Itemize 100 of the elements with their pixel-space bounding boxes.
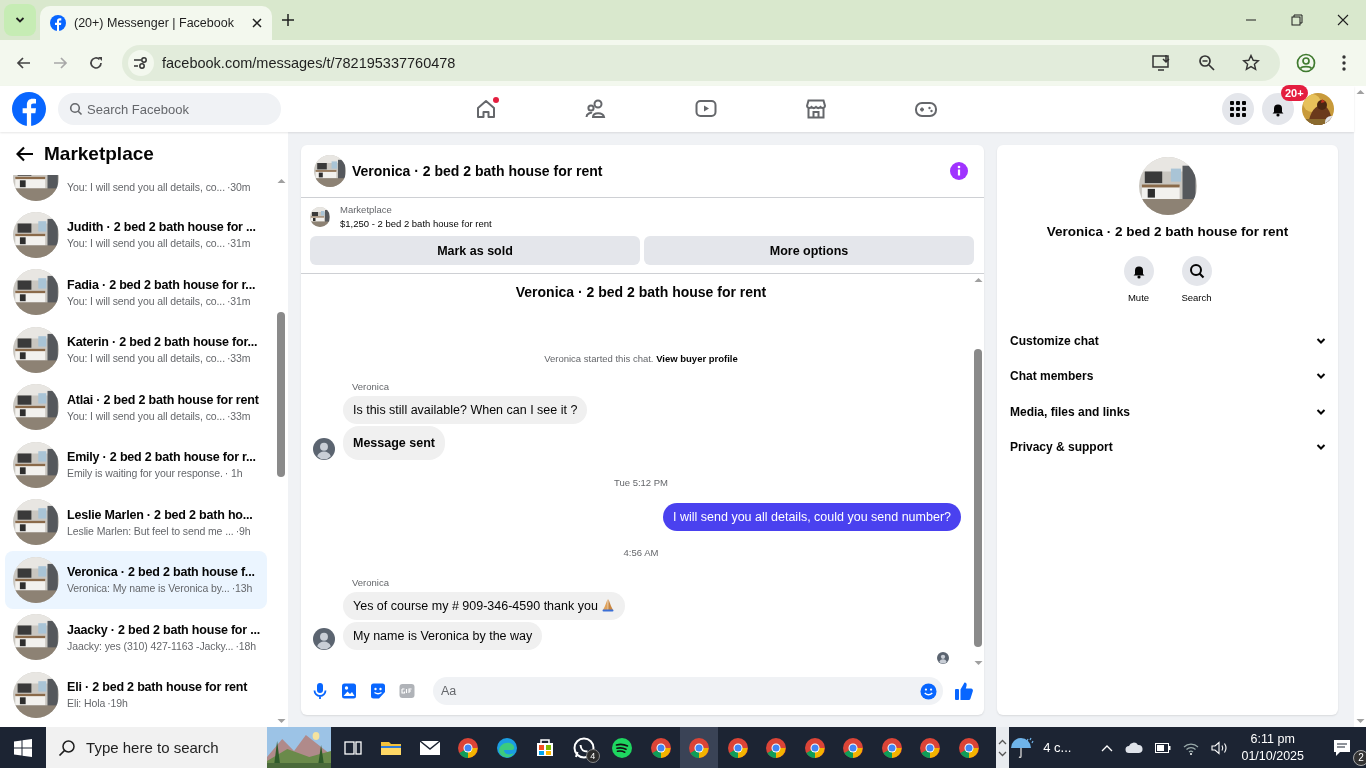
search-field[interactable]: Search Facebook — [58, 93, 281, 125]
volume-icon[interactable] — [1211, 740, 1230, 755]
taskbar-button[interactable] — [679, 727, 719, 768]
scrollbar-thumb[interactable] — [974, 349, 982, 647]
info-icon[interactable] — [950, 162, 968, 180]
conversation-title: Judith · 2 bed 2 bath house for ... — [67, 220, 256, 235]
microphone-icon[interactable] — [311, 682, 329, 700]
sender-name: Veronica — [352, 381, 389, 393]
new-tab-icon[interactable] — [282, 14, 294, 26]
taskbar-button[interactable]: 4 — [564, 727, 603, 768]
close-icon[interactable] — [252, 18, 262, 28]
chat-app-icon — [571, 735, 596, 760]
image-icon[interactable] — [340, 682, 358, 700]
conversation-title: Leslie Marlen · 2 bed 2 bath ho... — [67, 507, 253, 522]
address-bar[interactable]: facebook.com/messages/t/782195337760478 — [122, 45, 1280, 81]
avatar-icon — [313, 438, 335, 460]
profile-icon[interactable] — [1296, 53, 1316, 73]
account-button[interactable] — [1302, 93, 1334, 125]
section-header[interactable]: Privacy & support — [1009, 429, 1326, 465]
search-icon — [69, 102, 83, 116]
back-arrow-icon[interactable] — [16, 145, 34, 162]
conversation-item[interactable]: Fadia · 2 bed 2 bath house for r... You: I will send you all details, co... ·31m — [5, 263, 267, 321]
taskbar-search-field[interactable]: Type here to search — [46, 727, 268, 768]
umbrella-icon[interactable] — [1009, 735, 1036, 760]
chat-start-note: Veronica started this chat. View buyer profile — [543, 352, 739, 366]
battery-icon[interactable] — [1155, 742, 1172, 753]
time-text: 6:11 pm — [1250, 730, 1295, 748]
chrome-icon — [764, 735, 789, 760]
chrome-icon — [687, 735, 712, 760]
message-preview: Leslie Marlen: But feel to send me ... — [67, 524, 234, 537]
conversation-item[interactable]: Jaacky · 2 bed 2 bath house for ... Jaacky: yes (310) 427-1163 -Jacky... ·18h — [5, 608, 267, 666]
install-app-icon[interactable] — [1152, 54, 1172, 72]
contact-title: Veronica · 2 bed 2 bath house for rent — [1046, 224, 1289, 239]
chevron-up-icon[interactable] — [1101, 743, 1114, 752]
scrollbar-thumb[interactable] — [277, 312, 285, 477]
emoji-icon[interactable] — [920, 682, 937, 700]
message-preview: You: I will send you all details, co... — [67, 294, 225, 307]
conversation-item[interactable]: Leslie Marlen · 2 bed 2 bath ho... Leslie Marlen: But feel to send me ... ·9h — [5, 493, 267, 551]
message-preview: Veronica: My name is Veronica by... — [67, 582, 230, 595]
conversation-item[interactable]: Eli · 2 bed 2 bath house for rent Eli: Hola ·19h — [5, 666, 267, 724]
notification-icon — [1332, 737, 1352, 758]
windows-start-icon[interactable] — [14, 738, 33, 757]
message-preview: You: I will send you all details, co... — [67, 181, 225, 193]
star-icon[interactable] — [1242, 54, 1260, 72]
chat-title: Veronica · 2 bed 2 bath house for rent — [352, 163, 604, 179]
grid-icon — [1230, 101, 1246, 117]
listing-button[interactable]: More options — [644, 236, 974, 265]
section-header[interactable]: Chat members — [1009, 358, 1326, 394]
message-time: ·19h — [107, 697, 128, 710]
sender-name: Veronica — [352, 577, 389, 589]
zoom-icon[interactable] — [1198, 54, 1216, 72]
music-app-icon — [610, 735, 635, 760]
shop-icon[interactable] — [804, 97, 828, 121]
message-time: ·13h — [231, 582, 253, 595]
url-text: facebook.com/messages/t/782195337760478 — [162, 55, 457, 71]
site-settings-icon[interactable] — [133, 56, 149, 70]
browser-tab[interactable]: (20+) Messenger | Facebook — [40, 6, 272, 40]
message-field[interactable]: Aa — [433, 677, 943, 705]
chevron-down-icon — [1316, 336, 1326, 345]
section-header[interactable]: Customize chat — [1009, 323, 1326, 359]
thumbs-up-icon[interactable] — [954, 681, 974, 701]
section-header[interactable]: Media, files and links — [1009, 394, 1326, 430]
apps-menu-button[interactable] — [1222, 93, 1254, 125]
chrome-icon — [725, 735, 750, 760]
scroll-up-icon[interactable] — [998, 738, 1008, 745]
conversation-item[interactable]: Atlai · 2 bed 2 bath house for rent You: I will send you all details, co... ·33m — [5, 378, 267, 436]
read-receipt-icon — [937, 652, 949, 664]
people-icon[interactable] — [584, 97, 608, 121]
bell-icon[interactable] — [1123, 256, 1154, 286]
listing-button[interactable]: Mark as sold — [310, 236, 640, 265]
buyer-profile-link[interactable]: View buyer profile — [656, 353, 738, 364]
edge-icon — [494, 735, 519, 760]
search-icon[interactable] — [1181, 256, 1212, 286]
listing-title: $1,250 - 2 bed 2 bath house for rent — [340, 218, 492, 229]
conversation-item[interactable]: Katerin · 2 bed 2 bath house for... You: I will send you all details, co... ·33m — [5, 321, 267, 379]
facebook-logo-icon[interactable] — [12, 92, 46, 126]
chrome-icon — [802, 735, 827, 760]
conversation-item[interactable]: You: I will send you all details, co... ·30m — [5, 175, 267, 206]
message-bubble: Yes of course my # 909-346-4590 thank you — [343, 592, 626, 620]
action-label: Search — [1181, 292, 1212, 303]
conversation-title: Fadia · 2 bed 2 bath house for r... — [67, 277, 256, 292]
message-bubble: My name is Veronica by the way — [343, 622, 543, 650]
action-label: Mute — [1127, 292, 1150, 303]
sticker-icon[interactable] — [369, 682, 387, 700]
clock[interactable]: 6:11 pm 01/10/2025 — [1241, 730, 1304, 765]
message-time: · 1h — [224, 467, 243, 480]
menu-icon[interactable] — [1342, 55, 1346, 71]
thread-title: Veronica · 2 bed 2 bath house for rent — [514, 283, 768, 301]
conversation-item[interactable]: Veronica · 2 bed 2 bath house f... Veronica: My name is Veronica by... ·13h — [5, 551, 267, 609]
scroll-down-icon[interactable] — [998, 750, 1008, 757]
cloud-icon[interactable] — [1125, 741, 1144, 754]
chevron-down-icon — [1316, 372, 1326, 381]
conversation-title: Jaacky · 2 bed 2 bath house for ... — [67, 622, 261, 637]
conversation-item[interactable]: Judith · 2 bed 2 bath house for ... You: I will send you all details, co... ·31m — [5, 206, 267, 264]
conversation-item[interactable]: Emily · 2 bed 2 bath house for r... Emily is waiting for your response. · 1h — [5, 436, 267, 494]
message-bubble: I will send you all details, could you send number? — [663, 503, 961, 531]
chrome-icon — [879, 735, 904, 760]
home-icon[interactable] — [474, 97, 498, 121]
weather-text[interactable]: 4 c... — [1043, 740, 1072, 755]
listing-label: Marketplace — [340, 204, 393, 215]
